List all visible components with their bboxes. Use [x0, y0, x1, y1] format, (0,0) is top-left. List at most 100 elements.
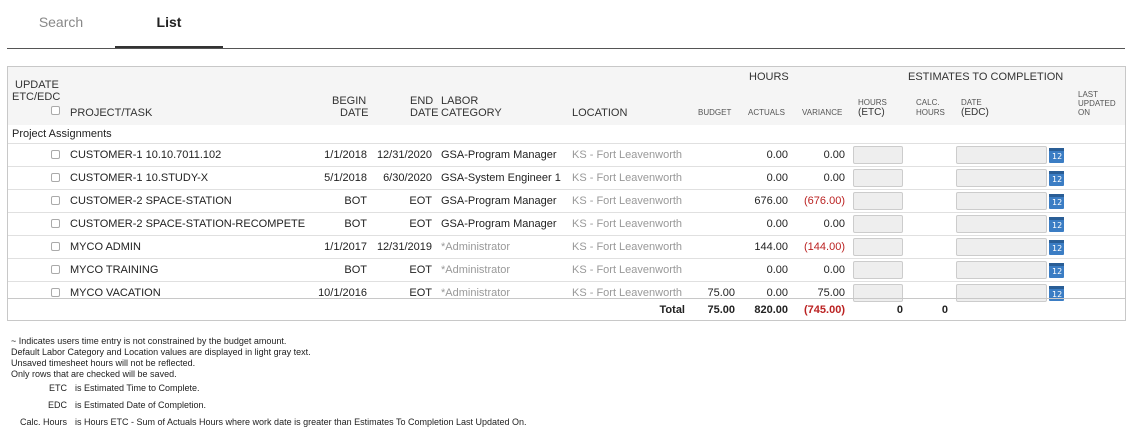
header-hours-etc: HOURS — [858, 98, 887, 107]
section-project-assignments: Project Assignments — [12, 128, 112, 140]
header-labor-category: CATEGORY — [441, 107, 502, 119]
header-date-edc: DATE — [961, 98, 982, 107]
labor-category: *Administrator — [441, 264, 511, 276]
location: KS - Fort Leavenworth — [572, 241, 683, 253]
row-checkbox[interactable] — [51, 288, 60, 297]
variance: 0.00 — [823, 264, 845, 276]
end-date: EOT — [409, 264, 432, 276]
legend-key: ETC — [49, 383, 67, 393]
header-budget: BUDGET — [698, 108, 732, 117]
header-last-updated: UPDATED — [1078, 99, 1116, 108]
hours-etc-input[interactable] — [853, 169, 903, 187]
actuals: 676.00 — [754, 195, 788, 207]
date-edc-input[interactable] — [956, 215, 1047, 233]
begin-date: 5/1/2018 — [324, 172, 367, 184]
date-edc-input[interactable] — [956, 238, 1047, 256]
row-checkbox[interactable] — [51, 242, 60, 251]
header-last: LAST — [1078, 90, 1099, 99]
calendar-icon[interactable] — [1049, 240, 1064, 255]
begin-date: BOT — [344, 195, 367, 207]
date-edc-input[interactable] — [956, 261, 1047, 279]
begin-date: BOT — [344, 218, 367, 230]
hours-etc-input[interactable] — [853, 238, 903, 256]
row-checkbox[interactable] — [51, 196, 60, 205]
project-task: CUSTOMER-1 10.10.7011.102 — [70, 149, 222, 161]
date-edc-input[interactable] — [956, 192, 1047, 210]
header-begin-date: DATE — [340, 107, 369, 119]
table-row: CUSTOMER-1 10.STUDY-X 5/1/2018 6/30/2020… — [8, 166, 1125, 189]
footnote: Unsaved timesheet hours will not be refl… — [11, 358, 196, 368]
row-checkbox[interactable] — [51, 150, 60, 159]
tab-bar: Search List — [7, 0, 1125, 49]
header-location: LOCATION — [572, 107, 628, 119]
row-checkbox[interactable] — [51, 265, 60, 274]
row-checkbox[interactable] — [51, 219, 60, 228]
actuals: 0.00 — [766, 264, 788, 276]
header-actuals: ACTUALS — [748, 108, 785, 117]
calendar-icon[interactable] — [1049, 148, 1064, 163]
footnotes: ~ Indicates users time entry is not cons… — [11, 336, 311, 380]
date-edc-input[interactable] — [956, 169, 1047, 187]
variance: (144.00) — [804, 241, 845, 253]
project-task: CUSTOMER-2 SPACE-STATION — [70, 195, 232, 207]
assignments-grid: UPDATE ETC/EDC PROJECT/TASK BEGIN DATE E… — [7, 66, 1126, 321]
total-variance: (745.00) — [804, 304, 845, 316]
hours-etc-input[interactable] — [853, 261, 903, 279]
location: KS - Fort Leavenworth — [572, 218, 683, 230]
project-task: CUSTOMER-2 SPACE-STATION-RECOMPETE — [70, 218, 306, 230]
table-row: MYCO ADMIN 1/1/2017 12/31/2019 *Administ… — [8, 235, 1125, 258]
row-checkbox[interactable] — [51, 173, 60, 182]
actuals: 0.00 — [766, 149, 788, 161]
legend-text: is Estimated Date of Completion. — [75, 400, 207, 410]
location: KS - Fort Leavenworth — [572, 172, 683, 184]
header-calc: CALC. — [916, 98, 940, 107]
legend-etc: ETC is Estimated Time to Complete. — [11, 383, 611, 394]
footnote: ~ Indicates users time entry is not cons… — [11, 336, 287, 346]
variance: 0.00 — [823, 218, 845, 230]
actuals: 144.00 — [754, 241, 788, 253]
hours-etc-input[interactable] — [853, 146, 903, 164]
header-etc-group: ESTIMATES TO COMPLETION — [908, 71, 1064, 83]
labor-category: GSA-Program Manager — [441, 218, 557, 230]
header-date-edc-abbr: (EDC) — [961, 107, 989, 118]
hours-etc-input[interactable] — [853, 215, 903, 233]
legend-calc-hours: Calc. Hours is Hours ETC - Sum of Actual… — [11, 417, 711, 428]
begin-date: 1/1/2017 — [324, 241, 367, 253]
labor-category: *Administrator — [441, 241, 511, 253]
calendar-icon[interactable] — [1049, 171, 1064, 186]
variance: 0.00 — [823, 172, 845, 184]
begin-date: 1/1/2018 — [324, 149, 367, 161]
header-update: UPDATE — [15, 79, 59, 91]
tab-search[interactable]: Search — [7, 0, 115, 48]
header-hours-etc-abbr: (ETC) — [858, 107, 885, 118]
calendar-icon[interactable] — [1049, 263, 1064, 278]
total-row: Total 75.00 820.00 (745.00) 0 0 — [8, 298, 1125, 321]
variance: (676.00) — [804, 195, 845, 207]
hours-etc-input[interactable] — [853, 192, 903, 210]
actuals: 0.00 — [766, 172, 788, 184]
total-calc-hours: 0 — [941, 304, 948, 316]
legend-key: Calc. Hours — [19, 417, 67, 427]
header-labor: LABOR — [441, 95, 479, 107]
calendar-icon[interactable] — [1049, 217, 1064, 232]
calendar-icon[interactable] — [1049, 194, 1064, 209]
end-date: 6/30/2020 — [383, 172, 432, 184]
total-label: Total — [659, 304, 685, 316]
labor-category: GSA-Program Manager — [441, 149, 557, 161]
location: KS - Fort Leavenworth — [572, 149, 683, 161]
table-row: CUSTOMER-1 10.10.7011.102 1/1/2018 12/31… — [8, 143, 1125, 166]
legend-edc: EDC is Estimated Date of Completion. — [11, 400, 611, 411]
table-row: CUSTOMER-2 SPACE-STATION-RECOMPETE BOT E… — [8, 212, 1125, 235]
tab-list[interactable]: List — [115, 0, 223, 48]
select-all-checkbox[interactable] — [51, 106, 60, 115]
location: KS - Fort Leavenworth — [572, 195, 683, 207]
location: KS - Fort Leavenworth — [572, 264, 683, 276]
total-actuals: 820.00 — [754, 304, 788, 316]
header-hours-group: HOURS — [749, 71, 789, 83]
footnote: Default Labor Category and Location valu… — [11, 347, 311, 357]
grid-header: UPDATE ETC/EDC PROJECT/TASK BEGIN DATE E… — [8, 67, 1125, 125]
labor-category: GSA-System Engineer 1 — [441, 172, 561, 184]
end-date: EOT — [409, 218, 432, 230]
total-hours-etc: 0 — [896, 304, 903, 316]
date-edc-input[interactable] — [956, 146, 1047, 164]
